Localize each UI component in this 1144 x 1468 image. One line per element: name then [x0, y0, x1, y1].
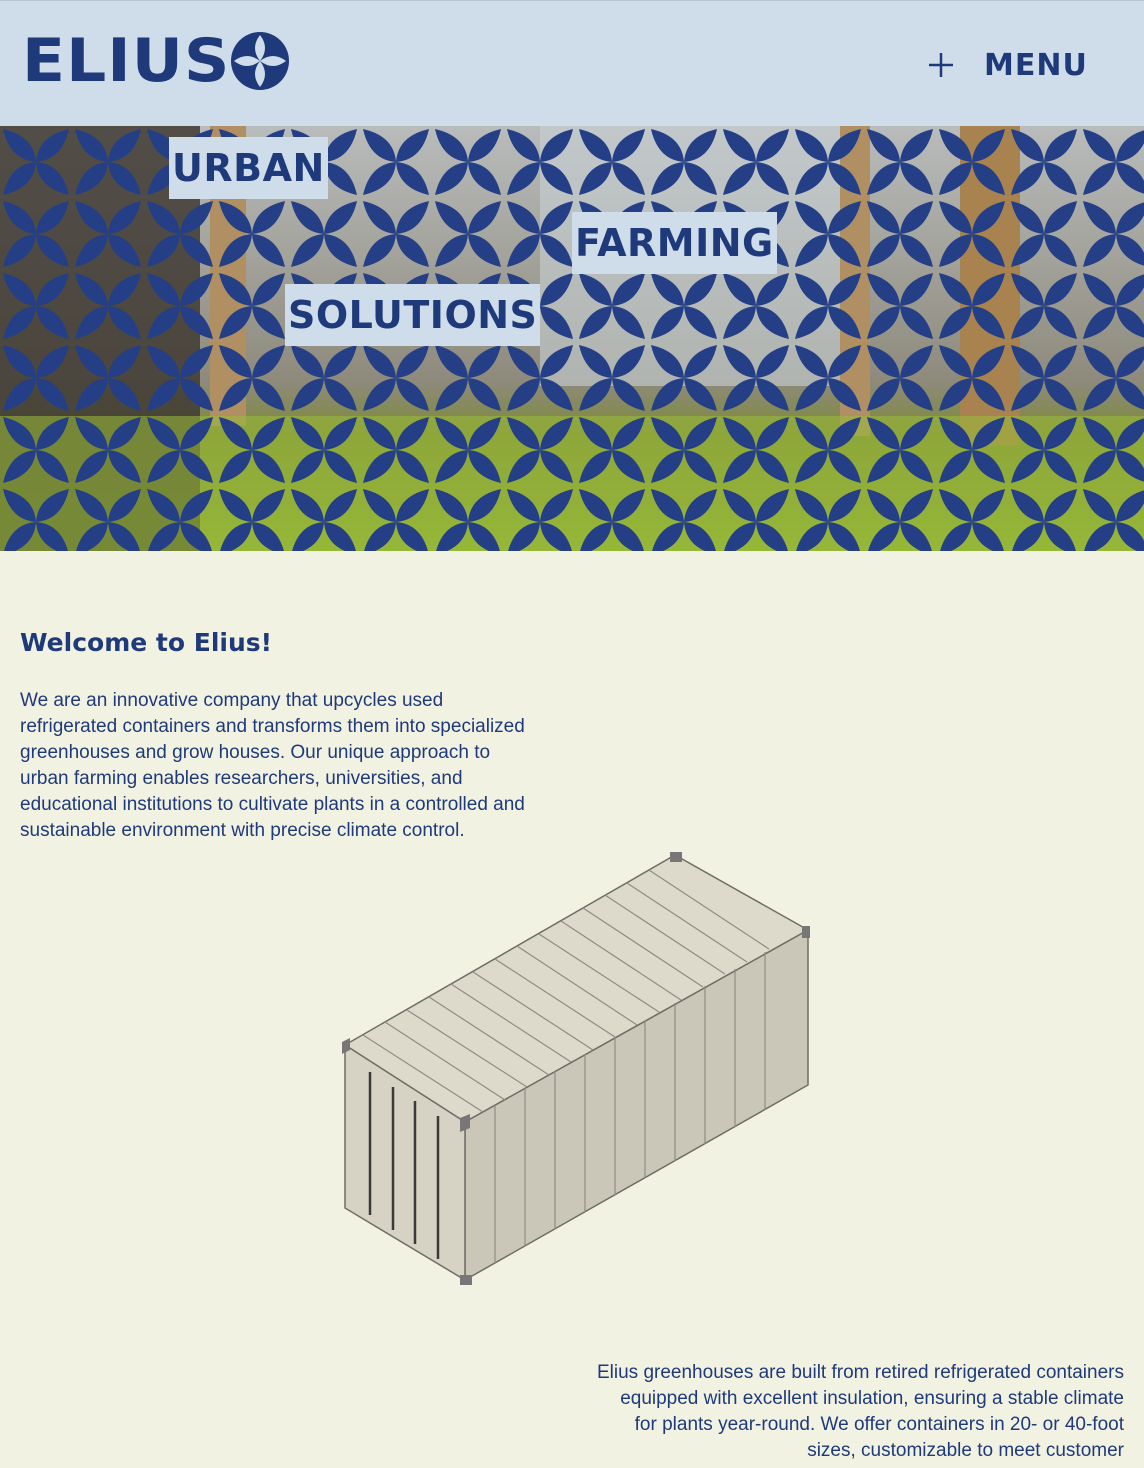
welcome-heading: Welcome to Elius!	[20, 628, 273, 657]
hero-banner: URBAN FARMING SOLUTIONS	[0, 126, 1144, 551]
hero-word-solutions: SOLUTIONS	[285, 284, 541, 346]
hero-word-urban: URBAN	[169, 137, 328, 199]
site-header: ELIUS MENU	[0, 0, 1144, 126]
welcome-intro-text: We are an innovative company that upcycl…	[20, 690, 525, 841]
logo[interactable]: ELIUS	[22, 31, 290, 91]
plus-icon	[929, 53, 953, 77]
shipping-container-illustration	[342, 852, 810, 1285]
logo-text: ELIUS	[22, 26, 231, 96]
container-description-text: Elius greenhouses are built from retired…	[597, 1362, 1124, 1461]
menu-button[interactable]: MENU	[926, 43, 1088, 87]
menu-label: MENU	[984, 47, 1088, 83]
petal-cross-icon	[231, 32, 290, 90]
hero-word-farming: FARMING	[572, 212, 777, 274]
